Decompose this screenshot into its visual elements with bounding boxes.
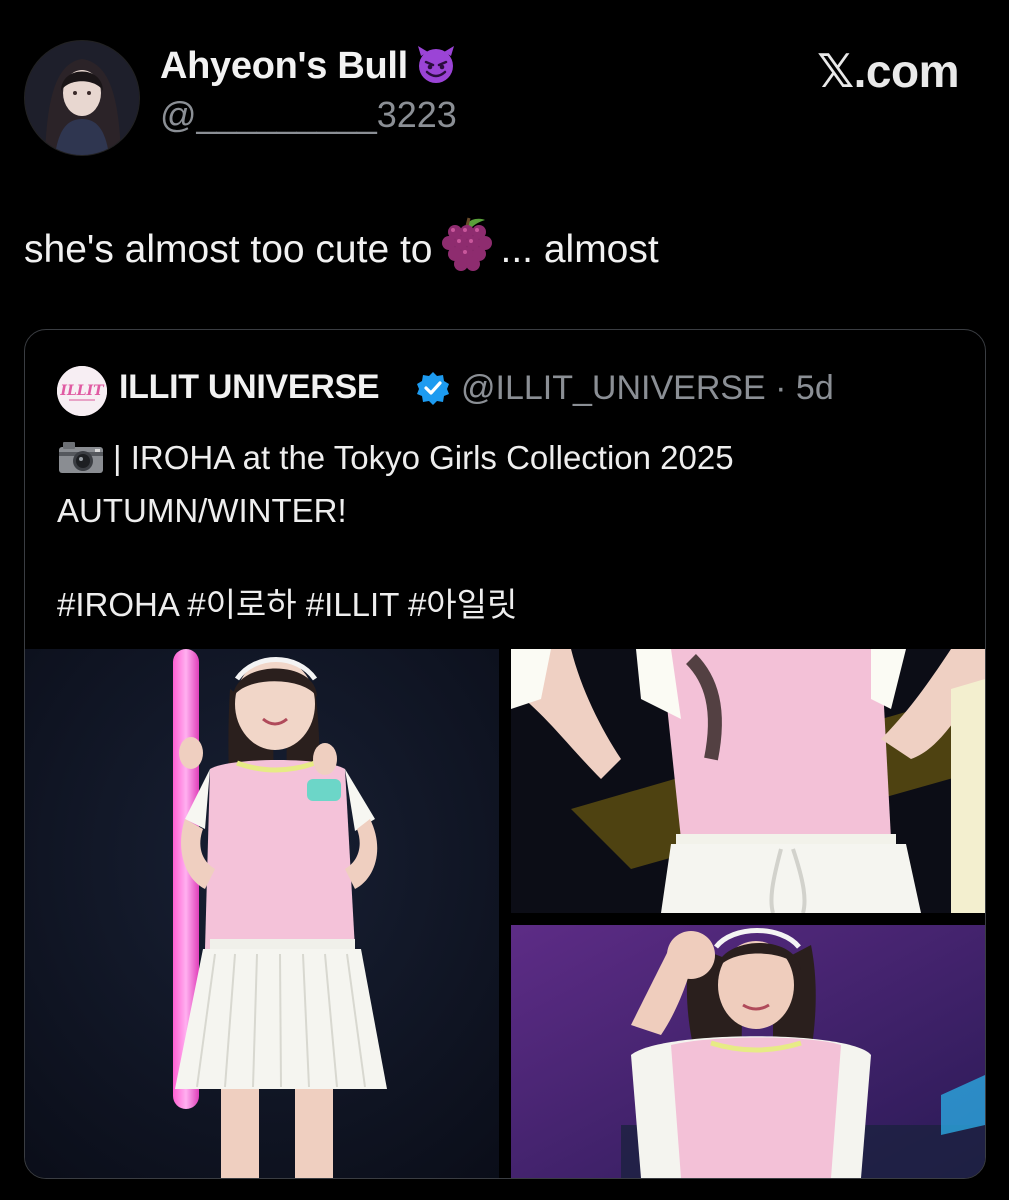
photo-performer-full[interactable] (25, 649, 499, 1178)
x-brand-logo: 𝕏.com (817, 45, 959, 97)
author-handle[interactable]: @_________3223 (160, 94, 457, 136)
verified-badge-icon (415, 370, 451, 406)
quoted-line-2: AUTUMN/WINTER! (57, 492, 347, 529)
quoted-tweet-text: | IROHA at the Tokyo Girls Collection 20… (57, 434, 957, 628)
photo-performer-closeup[interactable] (511, 649, 985, 913)
author-avatar[interactable] (24, 40, 140, 156)
smiling-devil-icon (414, 44, 458, 94)
author-name[interactable]: Ahyeon's Bull (160, 44, 458, 94)
quoted-line-1: | IROHA at the Tokyo Girls Collection 20… (113, 439, 734, 476)
quoted-media-grid (25, 649, 985, 1178)
grapes-icon (437, 216, 499, 282)
camera-icon (57, 439, 105, 487)
quoted-account-avatar[interactable]: ILLIT (57, 366, 107, 416)
quoted-hashtags[interactable]: #IROHA #이로하 #ILLIT #아일릿 (57, 581, 957, 628)
tweet-text-after: ... almost (500, 228, 659, 271)
quoted-tweet-card[interactable]: ILLIT ILLIT UNIVERSE @ILLIT_UNIVERSE · 5… (24, 329, 986, 1179)
quoted-handle-and-time[interactable]: @ILLIT_UNIVERSE · 5d (461, 369, 834, 408)
tweet-text-before: she's almost too cute to (24, 228, 433, 271)
quoted-account-name[interactable]: ILLIT UNIVERSE (119, 368, 380, 407)
photo-performer-waving[interactable] (511, 925, 985, 1178)
illit-logo-text: ILLIT (59, 383, 105, 399)
author-name-text: Ahyeon's Bull (160, 45, 408, 87)
tweet-text: she's almost too cute to ... almost (24, 216, 659, 282)
